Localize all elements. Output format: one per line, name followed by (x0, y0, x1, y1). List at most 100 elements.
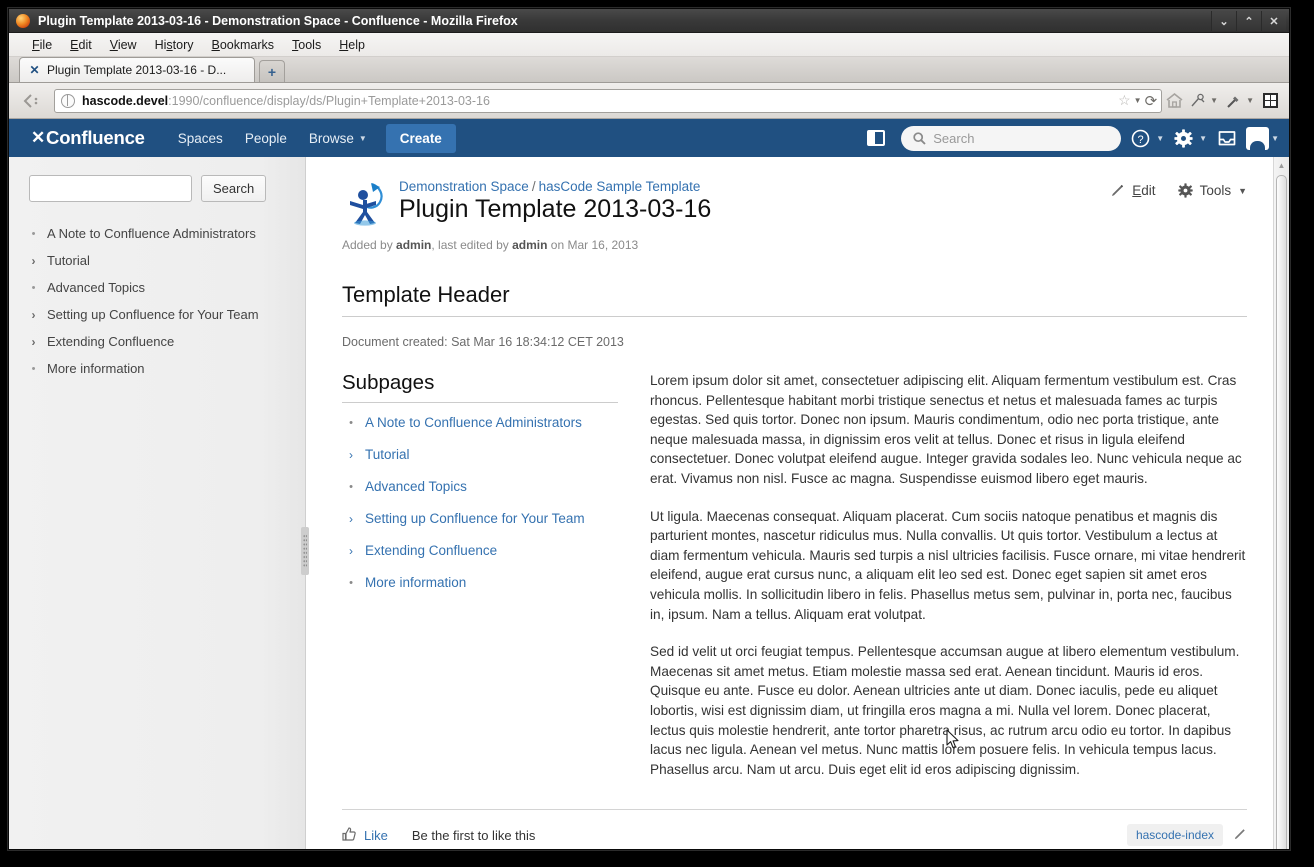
menu-help[interactable]: Help (330, 36, 374, 54)
sidebar-item-more-information[interactable]: • More information (29, 355, 291, 382)
browser-tab-active[interactable]: ✕ Plugin Template 2013-03-16 - D... (19, 57, 255, 82)
sidebar-search: Search (29, 175, 291, 202)
sidebar-search-input[interactable] (29, 175, 192, 202)
sidebar-item-advanced-topics[interactable]: • Advanced Topics (29, 274, 291, 301)
sidebar-item-extending-confluence[interactable]: › Extending Confluence (29, 328, 291, 355)
pencil-icon[interactable] (1233, 827, 1247, 844)
sidebar-search-button[interactable]: Search (201, 175, 267, 202)
chevron-right-icon[interactable]: › (29, 307, 38, 323)
confluence-header: ✕ Confluence Spaces People Browse ▼ Crea… (9, 119, 1289, 157)
sidebar-item-label: Advanced Topics (47, 279, 146, 295)
search-placeholder: Search (933, 130, 975, 146)
sidebar-item-tutorial[interactable]: › Tutorial (29, 247, 291, 274)
page-header: Demonstration Space / hasCode Sample Templ… (342, 179, 1247, 227)
subpage-extending-confluence[interactable]: › Extending Confluence (342, 535, 618, 567)
confluence-logo-text: Confluence (46, 127, 145, 148)
subpage-link[interactable]: Advanced Topics (365, 479, 467, 494)
subpage-link[interactable]: Extending Confluence (365, 543, 497, 558)
new-tab-button[interactable]: + (259, 60, 285, 82)
menu-edit[interactable]: Edit (61, 36, 101, 54)
minimize-button[interactable]: ⌄ (1211, 11, 1236, 31)
eyedropper-icon[interactable] (1222, 93, 1246, 109)
chevron-down-icon-eyedropper[interactable]: ▼ (1246, 96, 1254, 105)
help-menu[interactable]: ? ▼ (1127, 125, 1164, 152)
back-forward-button[interactable] (16, 89, 50, 113)
menu-bookmarks[interactable]: Bookmarks (203, 36, 284, 54)
subpage-link[interactable]: A Note to Confluence Administrators (365, 415, 582, 430)
subpage-advanced-topics[interactable]: • Advanced Topics (342, 471, 618, 503)
scrollbar-thumb[interactable] (1276, 175, 1287, 849)
label-tag[interactable]: hascode-index (1126, 824, 1223, 847)
subpage-a-note-to-confluence-administrators[interactable]: • A Note to Confluence Administrators (342, 407, 618, 439)
url-bar[interactable]: hascode.devel:1990/confluence/display/ds… (54, 88, 1163, 113)
content-columns: Subpages • A Note to Confluence Administ… (342, 371, 1247, 797)
user-menu[interactable]: ▼ (1246, 126, 1279, 151)
sidebar-item-label: Setting up Confluence for Your Team (47, 306, 259, 322)
create-button[interactable]: Create (385, 123, 456, 153)
settings-menu[interactable]: ▼ (1170, 125, 1207, 152)
home-icon[interactable] (1162, 92, 1186, 109)
sidebar-item-label: Extending Confluence (47, 333, 175, 349)
menu-file[interactable]: FFileile (23, 36, 61, 54)
thumbs-up-icon (342, 827, 356, 844)
firefox-icon (15, 13, 31, 29)
breadcrumb-space[interactable]: Demonstration Space (399, 179, 529, 194)
chevron-right-icon[interactable]: › (29, 253, 38, 269)
byline-editor[interactable]: admin (512, 238, 547, 252)
confluence-logo[interactable]: ✕ Confluence (31, 127, 145, 149)
subpage-link[interactable]: Setting up Confluence for Your Team (365, 511, 585, 526)
subpage-tutorial[interactable]: › Tutorial (342, 439, 618, 471)
sidebar-item-a-note-to-confluence-administrators[interactable]: • A Note to Confluence Administrators (29, 220, 291, 247)
chevron-right-icon[interactable]: › (29, 334, 38, 350)
page-header-text: Demonstration Space / hasCode Sample Templ… (399, 179, 711, 224)
search-box[interactable]: Search (901, 125, 1122, 151)
subpage-setting-up-confluence-for-your-team[interactable]: › Setting up Confluence for Your Team (342, 503, 618, 535)
navigation-toolbar: hascode.devel:1990/confluence/display/ds… (9, 83, 1289, 119)
url-path: :1990/confluence/display/ds/Plugin+Templ… (168, 93, 490, 108)
subpage-more-information[interactable]: • More information (342, 567, 618, 599)
nav-spaces[interactable]: Spaces (167, 123, 234, 154)
chevron-down-icon: ▼ (1199, 133, 1208, 143)
nav-browse[interactable]: Browse ▼ (298, 123, 378, 154)
bookmark-star-icon[interactable]: ☆ (1118, 92, 1131, 109)
bullet-icon: • (349, 577, 353, 589)
chevron-down-icon-addon[interactable]: ▼ (1210, 96, 1218, 105)
menu-view[interactable]: View (101, 36, 146, 54)
chevron-right-icon[interactable]: › (347, 511, 355, 528)
gear-icon (1177, 183, 1193, 198)
menu-tools[interactable]: Tools (283, 36, 330, 54)
bullet-icon: • (349, 417, 353, 429)
subpages-heading: Subpages (342, 371, 618, 403)
page-scrollbar[interactable]: ▲ (1273, 157, 1289, 849)
tools-menu-button[interactable]: Tools ▼ (1177, 183, 1247, 198)
nav-people-label: People (244, 130, 287, 146)
nav-people[interactable]: People (234, 123, 298, 154)
reload-icon[interactable]: ⟳ (1145, 92, 1158, 110)
sidebar-toggle-icon[interactable] (867, 130, 886, 146)
inbox-icon[interactable] (1213, 125, 1240, 152)
edit-button[interactable]: Edit (1110, 183, 1156, 198)
gear-icon (1170, 125, 1197, 152)
confluence-mark-icon: ✕ (31, 128, 46, 147)
sidebar-item-label: Tutorial (47, 252, 90, 268)
page-footer: Like Be the first to like this hascode-i… (342, 809, 1247, 847)
subpage-link[interactable]: More information (365, 575, 466, 590)
chevron-down-icon[interactable]: ▼ (1134, 96, 1142, 105)
sidebar-item-setting-up-confluence-for-your-team[interactable]: › Setting up Confluence for Your Team (29, 301, 291, 328)
browser-viewport: ✕ Confluence Spaces People Browse ▼ Crea… (9, 119, 1289, 849)
like-button[interactable]: Like (342, 827, 388, 844)
menu-history[interactable]: History (146, 36, 203, 54)
menu-bar: FFileile Edit View History Bookmarks Too… (9, 33, 1289, 57)
chevron-right-icon[interactable]: › (347, 447, 355, 464)
scroll-up-icon[interactable]: ▲ (1274, 157, 1289, 174)
breadcrumb-parent[interactable]: hasCode Sample Template (539, 179, 701, 194)
close-button[interactable]: ✕ (1261, 11, 1286, 31)
byline-author[interactable]: admin (396, 238, 431, 252)
byline-middle: , last edited by (431, 238, 513, 252)
grid-icon[interactable] (1258, 91, 1282, 110)
maximize-button[interactable]: ⌃ (1236, 11, 1261, 31)
chevron-right-icon[interactable]: › (347, 543, 355, 560)
confluence-favicon: ✕ (29, 62, 40, 77)
subpage-link[interactable]: Tutorial (365, 447, 410, 462)
addon-icon[interactable] (1186, 93, 1210, 109)
